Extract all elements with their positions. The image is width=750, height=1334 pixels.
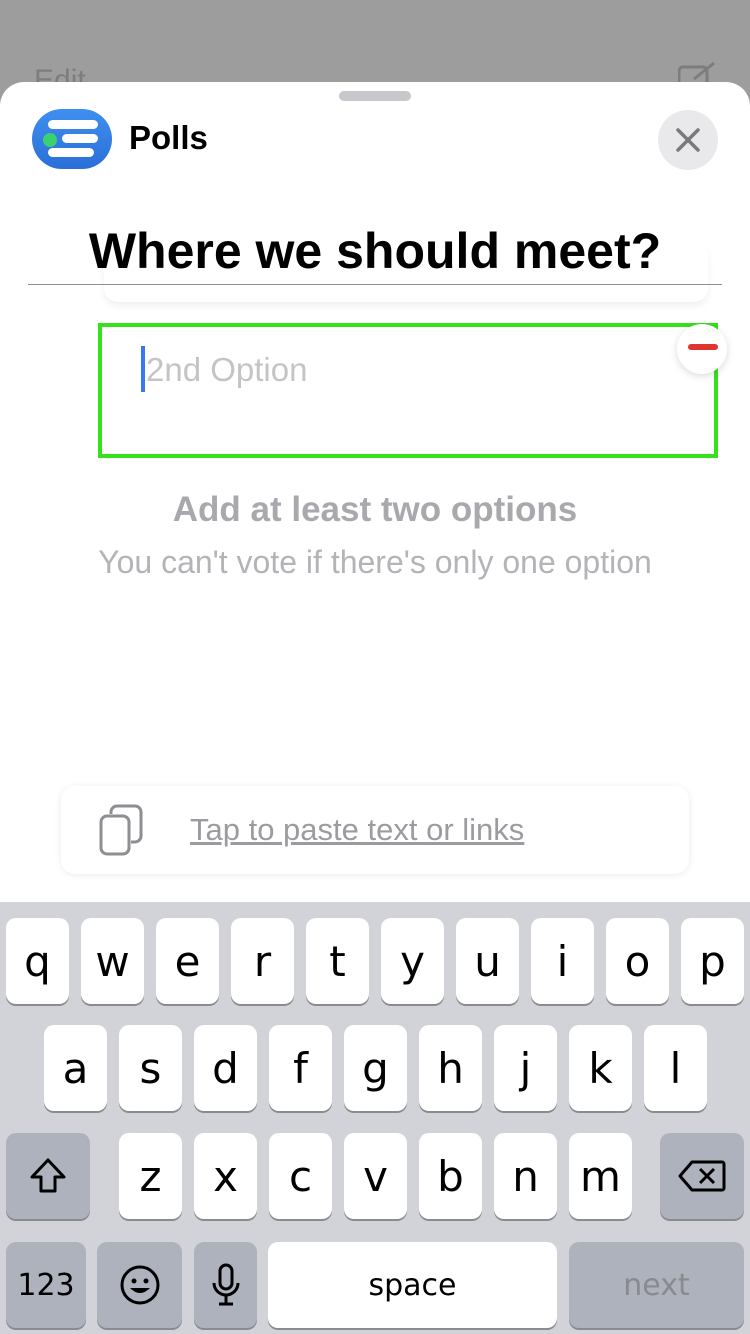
dictation-key[interactable]: [194, 1242, 257, 1328]
space-key[interactable]: space: [268, 1242, 557, 1328]
key-o[interactable]: o: [606, 918, 669, 1004]
question-underline: [28, 284, 722, 285]
microphone-icon: [212, 1263, 239, 1306]
key-m[interactable]: m: [569, 1133, 632, 1219]
polls-app-icon: [32, 109, 112, 169]
hint-subtitle: You can't vote if there's only one optio…: [98, 544, 652, 580]
key-n[interactable]: n: [494, 1133, 557, 1219]
key-r[interactable]: r: [231, 918, 294, 1004]
key-l[interactable]: l: [644, 1025, 707, 1111]
check-icon: [43, 133, 57, 147]
hint-title: Add at least two options: [172, 490, 578, 529]
poll-question[interactable]: Where we should meet?: [0, 222, 750, 280]
backspace-key[interactable]: [660, 1133, 744, 1219]
key-f[interactable]: f: [269, 1025, 332, 1111]
paste-label[interactable]: Tap to paste text or links: [190, 812, 524, 848]
text-cursor: [141, 346, 145, 392]
key-p[interactable]: p: [681, 918, 744, 1004]
shift-icon: [30, 1158, 66, 1193]
key-x[interactable]: x: [194, 1133, 257, 1219]
emoji-icon: [120, 1265, 159, 1305]
key-i[interactable]: i: [531, 918, 594, 1004]
sheet-grabber[interactable]: [339, 91, 411, 101]
key-k[interactable]: k: [569, 1025, 632, 1111]
close-button[interactable]: [658, 110, 718, 170]
key-v[interactable]: v: [344, 1133, 407, 1219]
next-key[interactable]: next: [569, 1242, 744, 1328]
close-icon: [676, 128, 700, 152]
key-d[interactable]: d: [194, 1025, 257, 1111]
remove-option-button[interactable]: [677, 324, 727, 374]
app-title: Polls: [129, 119, 208, 156]
minus-icon: [688, 344, 718, 350]
key-b[interactable]: b: [419, 1133, 482, 1219]
key-q[interactable]: q: [6, 918, 69, 1004]
numbers-key[interactable]: 123: [6, 1242, 86, 1328]
emoji-key[interactable]: [97, 1242, 182, 1328]
key-w[interactable]: w: [81, 918, 144, 1004]
second-option-input[interactable]: 2nd Option: [98, 323, 718, 458]
key-s[interactable]: s: [119, 1025, 182, 1111]
clipboard-icon: [99, 804, 143, 856]
key-u[interactable]: u: [456, 918, 519, 1004]
backspace-icon: [678, 1160, 726, 1192]
key-g[interactable]: g: [344, 1025, 407, 1111]
key-z[interactable]: z: [119, 1133, 182, 1219]
paste-button[interactable]: Tap to paste text or links: [61, 786, 689, 874]
key-a[interactable]: a: [44, 1025, 107, 1111]
key-t[interactable]: t: [306, 918, 369, 1004]
key-c[interactable]: c: [269, 1133, 332, 1219]
key-y[interactable]: y: [381, 918, 444, 1004]
key-h[interactable]: h: [419, 1025, 482, 1111]
shift-key[interactable]: [6, 1133, 90, 1219]
key-j[interactable]: j: [494, 1025, 557, 1111]
key-e[interactable]: e: [156, 918, 219, 1004]
keyboard: q w e r t y u i o p a s d f g h j k l z …: [0, 902, 750, 1334]
option-placeholder: 2nd Option: [146, 351, 308, 388]
